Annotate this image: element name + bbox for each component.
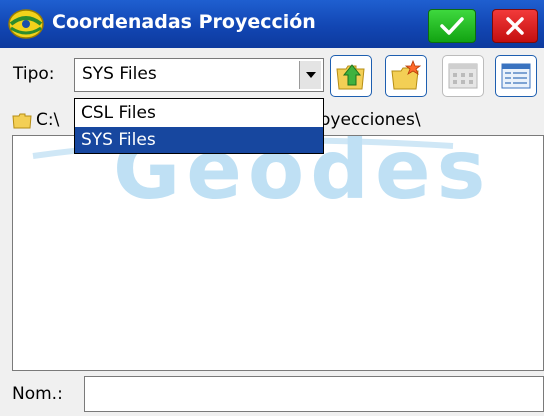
chevron-down-icon (306, 72, 316, 78)
dropdown-option-sys[interactable]: SYS Files (75, 127, 323, 153)
small-icons-view-button[interactable] (442, 55, 484, 97)
folder-up-icon (336, 64, 365, 90)
dropdown-option-csl[interactable]: CSL Files (75, 100, 323, 126)
ok-button[interactable] (428, 9, 476, 43)
path-suffix: oyecciones\ (320, 110, 421, 130)
details-view-icon (501, 63, 531, 89)
details-view-button[interactable] (495, 55, 537, 97)
new-folder-icon (391, 59, 422, 90)
file-list[interactable]: Geodes (12, 135, 544, 371)
window-title: Coordenadas Proyección (52, 11, 316, 33)
type-select-arrow[interactable] (299, 61, 321, 89)
folder-icon (12, 113, 32, 129)
type-label: Tipo: (13, 64, 55, 84)
type-select-value: SYS Files (82, 64, 157, 84)
new-folder-button[interactable] (385, 55, 427, 97)
folder-up-button[interactable] (330, 55, 372, 97)
path-prefix: C:\ (36, 110, 60, 130)
title-bar: Coordenadas Proyección (0, 0, 544, 48)
name-input[interactable] (84, 376, 544, 412)
close-button[interactable] (492, 9, 538, 43)
checkmark-icon (440, 17, 464, 35)
app-logo-icon (8, 9, 44, 39)
geodes-watermark: Geodes (32, 136, 485, 218)
close-icon (506, 17, 524, 35)
small-icons-view-icon (448, 63, 478, 89)
type-select[interactable]: SYS Files (74, 58, 324, 92)
name-label: Nom.: (12, 384, 63, 404)
type-dropdown-list: CSL Files SYS Files (74, 98, 324, 154)
